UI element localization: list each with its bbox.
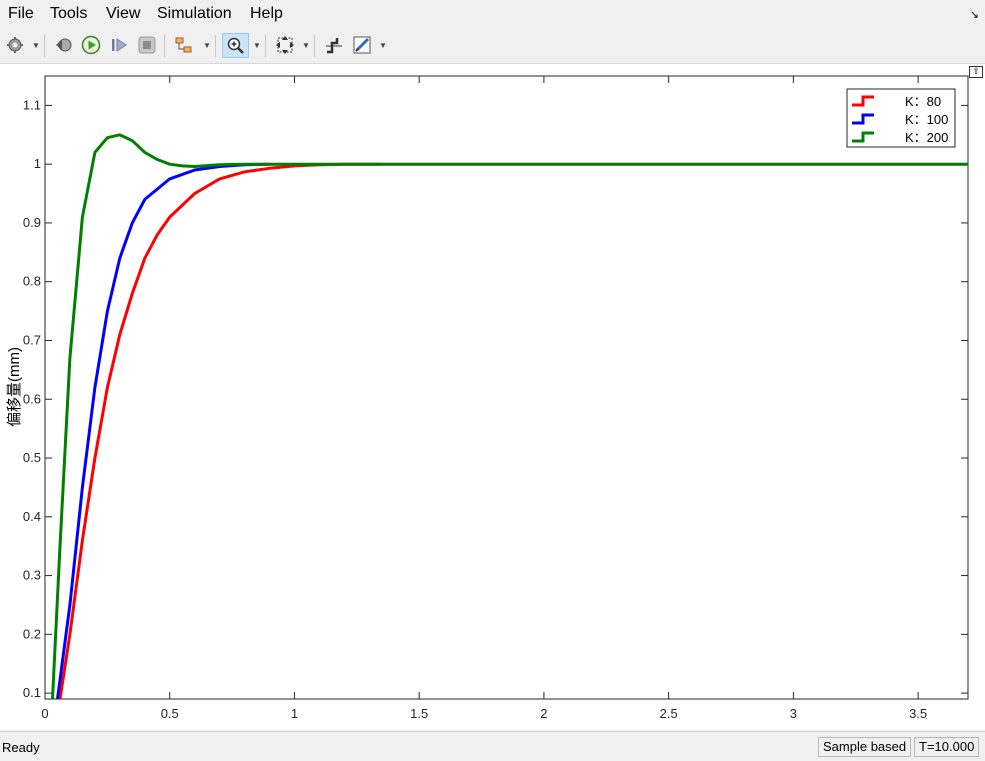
step-forward-icon[interactable]	[108, 34, 130, 56]
menu-file[interactable]: File	[8, 5, 34, 23]
toolbar-separator	[44, 35, 45, 57]
menu-view[interactable]: View	[106, 5, 140, 23]
y-tick-label: 0.8	[23, 274, 41, 289]
fit-dropdown-icon[interactable]: ▼	[302, 41, 310, 50]
time-indicator: T=10.000	[914, 737, 980, 757]
x-tick-label: 1	[291, 706, 298, 721]
toolbar-separator	[265, 35, 266, 57]
menu-tools[interactable]: Tools	[50, 5, 87, 23]
restore-icon[interactable]: ⇧	[969, 66, 983, 78]
status-ready: Ready	[2, 740, 40, 755]
x-tick-label: 0	[41, 706, 48, 721]
toolbar-separator	[314, 35, 315, 57]
x-tick-label: 1.5	[410, 706, 428, 721]
x-tick-label: 2.5	[660, 706, 678, 721]
chart: 0 0.5 1 1.5 2 2.5 3 3.5 0.1 0.2 0.3 0.4 0.5 0.6 0.7 0.8…	[6, 75, 969, 721]
legend: K：80 K：100 K：200	[846, 88, 956, 148]
axes-box	[44, 75, 969, 700]
settings-dropdown-icon[interactable]: ▼	[32, 41, 40, 50]
toolbar-separator	[215, 35, 216, 57]
style-icon[interactable]	[351, 34, 373, 56]
fit-to-view-icon[interactable]	[274, 34, 296, 56]
undock-icon[interactable]: ↘	[970, 8, 979, 21]
y-tick-label: 1.1	[23, 97, 41, 112]
style-dropdown-icon[interactable]: ▼	[379, 41, 387, 50]
x-tick-label: 0.5	[161, 706, 179, 721]
toolbar: ▼ ▼ ▼ ▼ ▼	[0, 29, 985, 64]
y-tick-label: 0.3	[23, 568, 41, 583]
legend-label: K：100	[905, 112, 948, 127]
zoom-in-icon[interactable]	[222, 33, 249, 58]
y-axis-label: 偏移量(mm)	[6, 347, 23, 427]
sample-mode-indicator: Sample based	[818, 737, 912, 757]
highlight-block-icon[interactable]	[173, 34, 195, 56]
toolbar-separator	[164, 35, 165, 57]
y-tick-label: 0.9	[23, 215, 41, 230]
x-tick-label: 3.5	[909, 706, 927, 721]
run-icon[interactable]	[80, 34, 102, 56]
y-tick-label: 0.4	[23, 509, 41, 524]
menu-bar: File Tools View Simulation Help ↘	[0, 0, 985, 28]
stop-icon[interactable]	[136, 34, 158, 56]
y-tick-label: 0.1	[23, 685, 41, 700]
scope-display: ⇧ 0 0.5 1 1.5 2 2.5 3 3.5 0.1 0.2 0.3 0.4 0.5 0.6 0.7 0…	[0, 64, 985, 730]
y-tick-label: 1	[34, 156, 41, 171]
menu-help[interactable]: Help	[250, 5, 283, 23]
settings-icon[interactable]	[4, 34, 26, 56]
y-tick-label: 0.2	[23, 626, 41, 641]
y-tick-label: 0.5	[23, 450, 41, 465]
y-tick-label: 0.6	[23, 391, 41, 406]
legend-label: K：200	[905, 130, 948, 145]
x-tick-label: 2	[540, 706, 547, 721]
menu-simulation[interactable]: Simulation	[157, 5, 232, 23]
legend-label: K：80	[905, 94, 941, 109]
x-tick-label: 3	[790, 706, 797, 721]
y-tick-label: 0.7	[23, 332, 41, 347]
zoom-dropdown-icon[interactable]: ▼	[253, 41, 261, 50]
status-bar: Ready Sample based T=10.000	[0, 731, 985, 761]
highlight-dropdown-icon[interactable]: ▼	[203, 41, 211, 50]
step-back-icon[interactable]	[53, 34, 75, 56]
cursor-measure-icon[interactable]	[323, 34, 345, 56]
